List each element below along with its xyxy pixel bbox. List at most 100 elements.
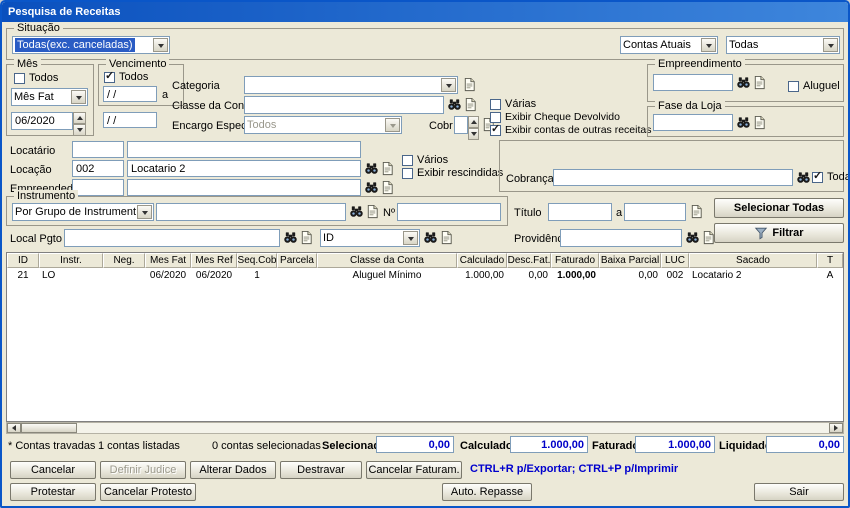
grid-column-header[interactable]: Neg.	[103, 253, 145, 268]
grid-column-header[interactable]: LUC	[661, 253, 689, 268]
grid-column-header[interactable]: Desc.Fat.	[507, 253, 551, 268]
exibir-rescindidas-checkbox[interactable]: Exibir rescindidas	[402, 167, 503, 180]
situacao-combo[interactable]: Todas(exc. canceladas)	[12, 36, 170, 54]
checkbox-box[interactable]	[14, 73, 25, 84]
filtrar-button[interactable]: Filtrar	[714, 223, 844, 243]
table-row[interactable]: 21 LO 06/2020 06/2020 1 Aluguel Mínimo 1…	[7, 268, 843, 282]
document-icon[interactable]	[463, 97, 478, 112]
id-combo[interactable]: ID	[320, 229, 420, 247]
providencia-field[interactable]	[560, 229, 682, 247]
mes-periodo-spinner[interactable]	[73, 112, 86, 136]
cobr-spinner[interactable]	[468, 116, 479, 140]
spin-up-icon[interactable]	[73, 112, 86, 124]
local-pgto-field[interactable]	[64, 229, 280, 247]
checkbox-box[interactable]	[490, 112, 501, 123]
exibir-cheque-checkbox[interactable]: Exibir Cheque Devolvido	[490, 111, 620, 124]
grid-column-header[interactable]: Seq.Cob	[237, 253, 277, 268]
vencimento-todos-checkbox[interactable]: Todos	[104, 70, 148, 84]
fase-loja-field[interactable]	[653, 114, 733, 131]
combo-arrow-icon[interactable]	[137, 205, 152, 219]
document-icon[interactable]	[299, 230, 314, 245]
binoculars-icon[interactable]	[364, 161, 379, 176]
grid-column-header[interactable]: Calculado	[457, 253, 507, 268]
grid-column-header[interactable]: Faturado	[551, 253, 599, 268]
vencimento-ate-field[interactable]: / /	[103, 112, 157, 128]
empreendedor-nome-field[interactable]	[127, 179, 361, 196]
spin-down-icon[interactable]	[468, 128, 479, 140]
instrumento-numero-field[interactable]	[397, 203, 501, 221]
mes-todos-checkbox[interactable]: Todos	[14, 72, 58, 85]
locacao-nome-field[interactable]: Locatario 2	[127, 160, 361, 177]
grid-column-header[interactable]: ID	[7, 253, 39, 268]
document-icon[interactable]	[380, 161, 395, 176]
document-icon[interactable]	[380, 180, 395, 195]
varias-checkbox[interactable]: Várias	[490, 98, 536, 111]
checkbox-box[interactable]	[490, 99, 501, 110]
cancelar-button[interactable]: Cancelar	[10, 461, 96, 479]
encargo-combo[interactable]: Todos	[244, 116, 402, 134]
combo-arrow-icon[interactable]	[823, 38, 838, 52]
scrollbar-track[interactable]	[77, 423, 829, 433]
contas-atuais-combo[interactable]: Contas Atuais	[620, 36, 718, 54]
mes-periodo-field[interactable]: 06/2020	[11, 112, 73, 130]
document-icon[interactable]	[752, 75, 767, 90]
combo-arrow-icon[interactable]	[71, 90, 86, 104]
destravar-button[interactable]: Destravar	[280, 461, 362, 479]
grid-column-header[interactable]: Mes Fat	[145, 253, 191, 268]
vencimento-de-field[interactable]: / /	[103, 86, 157, 102]
checkbox-box[interactable]	[402, 155, 413, 166]
combo-arrow-icon[interactable]	[403, 231, 418, 245]
empreendedor-codigo-field[interactable]	[72, 179, 124, 196]
selecionar-todas-button[interactable]: Selecionar Todas	[714, 198, 844, 218]
title-bar[interactable]: Pesquisa de Receitas	[2, 2, 848, 22]
aluguel-checkbox[interactable]: Aluguel	[788, 80, 840, 93]
document-icon[interactable]	[462, 77, 477, 92]
cobranca-field[interactable]	[553, 169, 793, 186]
categoria-combo[interactable]	[244, 76, 458, 94]
document-icon[interactable]	[439, 230, 454, 245]
binoculars-icon[interactable]	[685, 230, 700, 245]
checkbox-box[interactable]	[402, 168, 413, 179]
binoculars-icon[interactable]	[796, 170, 811, 185]
varios-checkbox[interactable]: Vários	[402, 154, 448, 167]
classe-conta-field[interactable]	[244, 96, 444, 114]
binoculars-icon[interactable]	[736, 115, 751, 130]
mes-tipo-combo[interactable]: Mês Fat	[11, 88, 88, 106]
exibir-outras-checkbox[interactable]: Exibir contas de outras receitas	[490, 123, 652, 137]
todas-combo[interactable]: Todas	[726, 36, 840, 54]
grid-column-header[interactable]: Baixa Parcial	[599, 253, 661, 268]
grid-horizontal-scrollbar[interactable]	[6, 422, 844, 434]
grid-column-header[interactable]: Parcela	[277, 253, 317, 268]
locatario-codigo-field[interactable]	[72, 141, 124, 158]
instrumento-field[interactable]	[156, 203, 346, 221]
auto-repasse-button[interactable]: Auto. Repasse	[442, 483, 532, 501]
cobranca-todas-checkbox[interactable]: Todas	[812, 170, 848, 184]
document-icon[interactable]	[689, 204, 704, 219]
checkbox-box[interactable]	[812, 170, 823, 183]
grid-column-header[interactable]: Sacado	[689, 253, 817, 268]
protestar-button[interactable]: Protestar	[10, 483, 96, 501]
checkbox-box[interactable]	[788, 81, 799, 92]
empreendimento-field[interactable]	[653, 74, 733, 91]
spin-up-icon[interactable]	[468, 116, 479, 128]
cobr-field[interactable]	[454, 116, 468, 134]
alterar-dados-button[interactable]: Alterar Dados	[190, 461, 276, 479]
document-icon[interactable]	[752, 115, 767, 130]
binoculars-icon[interactable]	[423, 230, 438, 245]
instrumento-grupo-combo[interactable]: Por Grupo de Instrumento	[12, 203, 154, 221]
combo-arrow-icon[interactable]	[153, 38, 168, 52]
binoculars-icon[interactable]	[364, 180, 379, 195]
scrollbar-thumb[interactable]	[21, 423, 77, 433]
titulo-de-field[interactable]	[548, 203, 612, 221]
spin-down-icon[interactable]	[73, 124, 86, 136]
cancelar-protesto-button[interactable]: Cancelar Protesto	[100, 483, 196, 501]
checkbox-box[interactable]	[104, 70, 115, 83]
binoculars-icon[interactable]	[447, 97, 462, 112]
cancelar-faturamento-button[interactable]: Cancelar Faturam.	[366, 461, 462, 479]
binoculars-icon[interactable]	[349, 204, 364, 219]
combo-arrow-icon[interactable]	[701, 38, 716, 52]
combo-arrow-icon[interactable]	[385, 118, 400, 132]
grid-column-header[interactable]: Classe da Conta	[317, 253, 457, 268]
sair-button[interactable]: Sair	[754, 483, 844, 501]
titulo-ate-field[interactable]	[624, 203, 686, 221]
